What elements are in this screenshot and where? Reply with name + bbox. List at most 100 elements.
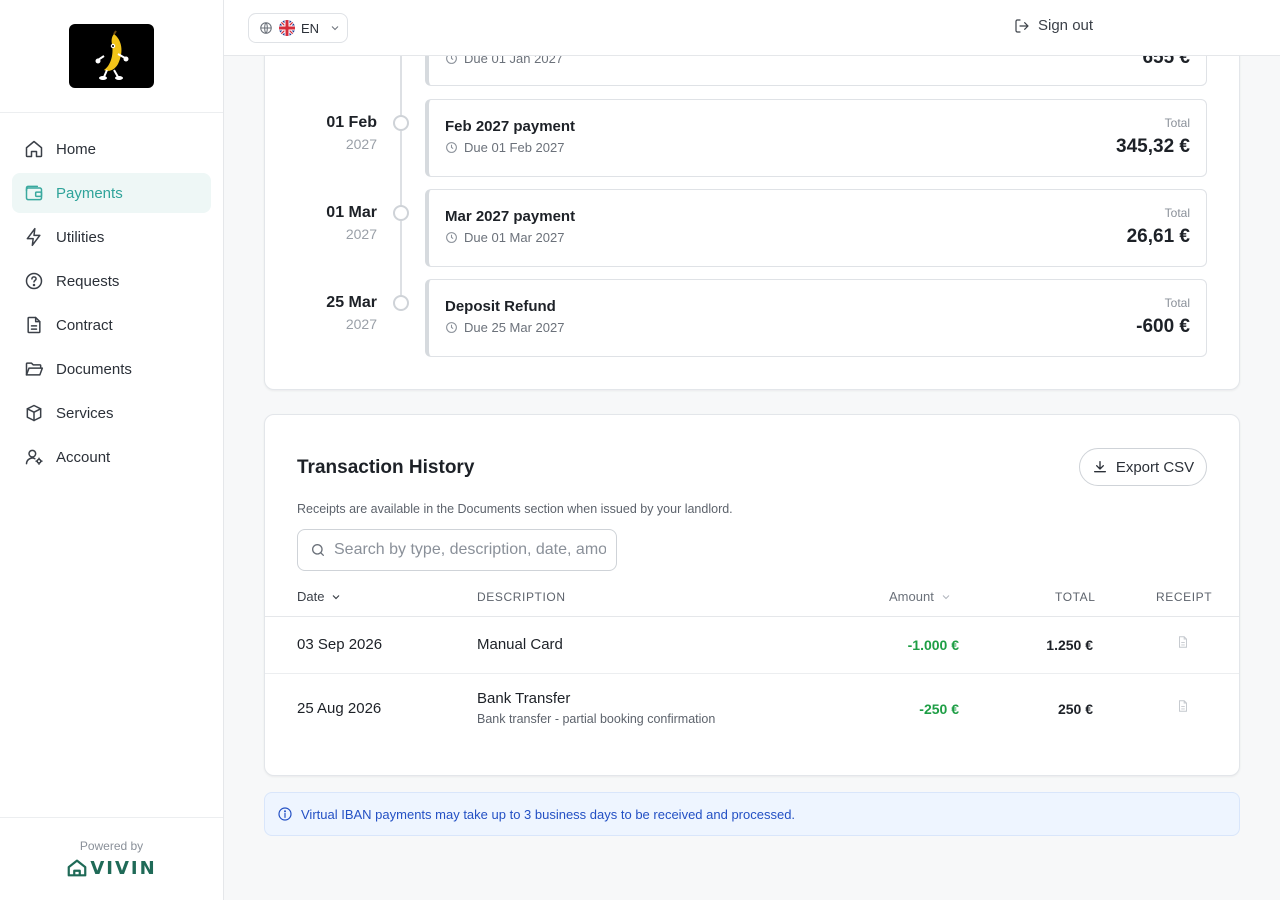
payment-total: 26,61 €	[1126, 226, 1190, 247]
bolt-icon	[24, 227, 44, 247]
main-nav: Home Payments Utilities Requests Contrac…	[0, 113, 223, 477]
column-date-sort[interactable]: Date	[297, 589, 342, 604]
language-code: EN	[301, 20, 320, 36]
timeline-date: 01 Mar 2027	[264, 204, 377, 242]
column-amount-sort[interactable]: Amount	[889, 589, 952, 604]
user-cog-icon	[24, 447, 44, 467]
payment-title: Deposit Refund	[445, 298, 556, 315]
payment-item[interactable]: Deposit Refund Due 25 Mar 2027 Total -60…	[425, 279, 1207, 357]
powered-by-text: Powered by	[79, 839, 144, 853]
sidebar-item-account[interactable]: Account	[12, 437, 211, 477]
logo-area	[0, 0, 223, 113]
sidebar-item-label: Utilities	[56, 228, 105, 246]
receipts-hint: Receipts are available in the Documents …	[297, 502, 733, 516]
section-title: Transaction History	[297, 457, 475, 478]
timeline-line	[400, 56, 402, 304]
search-input[interactable]	[334, 541, 606, 559]
wallet-icon	[24, 183, 44, 203]
timeline-year: 2027	[345, 316, 377, 332]
export-csv-button[interactable]: Export CSV	[1079, 448, 1207, 486]
chevron-down-icon	[333, 594, 340, 599]
row-total: 250 €	[1057, 701, 1093, 717]
powered-by: Powered by VIVIN	[0, 817, 223, 900]
info-banner-text: Virtual IBAN payments may take up to 3 b…	[301, 806, 796, 822]
chevron-down-icon	[331, 26, 339, 31]
row-description: Manual Card	[477, 636, 563, 653]
sidebar-item-label: Requests	[56, 272, 120, 290]
brand-logo: VIVIN	[0, 857, 223, 879]
house-logo-icon	[67, 859, 87, 877]
table-row[interactable]: 03 Sep 2026 Manual Card -1.000 € 1.250 €	[265, 617, 1239, 674]
sidebar-item-label: Home	[56, 140, 97, 158]
payment-due: Due 01 Mar 2027	[445, 230, 564, 245]
payment-total-label: Total	[1164, 206, 1190, 220]
log-out-icon	[1015, 18, 1029, 33]
payment-total-label: Total	[1164, 296, 1190, 310]
sidebar-item-home[interactable]: Home	[12, 129, 211, 169]
row-subtext: Bank transfer - partial booking confirma…	[477, 712, 716, 726]
timeline-dot	[393, 205, 409, 221]
sidebar-item-utilities[interactable]: Utilities	[12, 217, 211, 257]
sidebar: Home Payments Utilities Requests Contrac…	[0, 0, 224, 900]
download-icon	[1093, 461, 1106, 473]
timeline-year: 2027	[345, 136, 377, 152]
search-box[interactable]	[297, 529, 617, 571]
payment-total: -600 €	[1136, 316, 1190, 337]
sidebar-item-label: Documents	[56, 360, 132, 378]
help-circle-icon	[24, 271, 44, 291]
row-description: Bank Transfer	[477, 690, 571, 707]
folder-open-icon	[24, 359, 44, 379]
language-selector[interactable]: EN	[248, 13, 348, 43]
clock-icon	[446, 232, 457, 243]
sidebar-item-label: Payments	[56, 184, 123, 202]
banana-mascot-icon	[95, 30, 128, 80]
sidebar-item-documents[interactable]: Documents	[12, 349, 211, 389]
row-total: 1.250 €	[1046, 637, 1093, 653]
top-bar: EN Sign out	[224, 0, 1280, 56]
table-header: Date DESCRIPTION Amount TOTAL RECEIPT	[265, 581, 1239, 617]
transaction-history-card: Transaction History Export CSV Receipts …	[264, 414, 1240, 776]
receipt-file-icon[interactable]	[1176, 698, 1190, 718]
row-date: 03 Sep 2026	[297, 636, 383, 653]
info-icon	[278, 807, 292, 821]
sidebar-item-label: Contract	[56, 316, 113, 334]
table-row[interactable]: 25 Aug 2026 Bank Transfer Bank transfer …	[265, 674, 1239, 744]
timeline-date: 01 Feb 2027	[264, 114, 377, 152]
timeline-day: 25 Mar	[326, 294, 377, 311]
receipt-file-icon[interactable]	[1176, 634, 1190, 654]
payment-title: Mar 2027 payment	[445, 208, 576, 225]
sidebar-item-payments[interactable]: Payments	[12, 173, 211, 213]
payment-item[interactable]: Mar 2027 payment Due 01 Mar 2027 Total 2…	[425, 189, 1207, 267]
timeline-dot	[393, 295, 409, 311]
company-logo[interactable]	[69, 24, 154, 88]
payment-due: Due 25 Mar 2027	[445, 320, 564, 335]
box-icon	[24, 403, 44, 423]
row-amount: -250 €	[919, 701, 959, 717]
sidebar-item-contract[interactable]: Contract	[12, 305, 211, 345]
payment-item[interactable]: Feb 2027 payment Due 01 Feb 2027 Total 3…	[425, 99, 1207, 177]
sidebar-item-services[interactable]: Services	[12, 393, 211, 433]
sidebar-item-label: Account	[56, 448, 111, 466]
uk-flag-icon	[279, 20, 295, 36]
file-text-icon	[24, 315, 44, 335]
timeline-dot	[393, 115, 409, 131]
home-icon	[24, 139, 44, 159]
column-description: DESCRIPTION	[477, 590, 566, 604]
payment-total-label: Total	[1164, 116, 1190, 130]
sidebar-item-requests[interactable]: Requests	[12, 261, 211, 301]
row-amount: -1.000 €	[907, 637, 959, 653]
timeline-day: 01 Mar	[326, 204, 377, 221]
sign-out-button[interactable]: Sign out	[1014, 17, 1093, 34]
clock-icon	[446, 322, 457, 333]
payment-title: Feb 2027 payment	[445, 118, 576, 135]
search-icon	[312, 544, 324, 556]
column-total: TOTAL	[1055, 590, 1096, 604]
globe-icon	[260, 22, 272, 34]
clock-icon	[446, 142, 457, 153]
info-banner: Virtual IBAN payments may take up to 3 b…	[264, 792, 1240, 836]
timeline-date: 25 Mar 2027	[264, 294, 377, 332]
column-receipt: RECEIPT	[1156, 590, 1213, 604]
chevron-down-icon	[942, 594, 950, 599]
export-csv-label: Export CSV	[1115, 458, 1195, 476]
sign-out-label: Sign out	[1038, 17, 1094, 34]
